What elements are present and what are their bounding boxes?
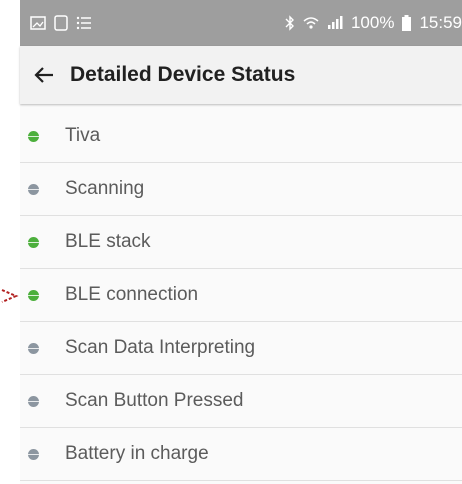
list-item[interactable]: Scan Data Interpreting [20, 322, 462, 375]
list-item[interactable]: Scan Button Pressed [20, 375, 462, 428]
status-indicator-icon [28, 183, 39, 195]
wifi-icon [303, 16, 319, 30]
status-indicator-icon [28, 342, 39, 354]
back-arrow-icon[interactable] [32, 63, 56, 87]
list-item[interactable]: Scanning [20, 163, 462, 216]
status-indicator-icon [28, 289, 39, 301]
list-item[interactable]: BLE connection [20, 269, 462, 322]
list-item-label: Scan Button Pressed [65, 390, 244, 411]
signal-icon [327, 16, 343, 30]
clock-time: 15:59 [419, 13, 462, 32]
list-item-label: BLE connection [65, 284, 199, 305]
status-bar: 100% 15:59 [20, 0, 462, 46]
battery-percent: 100% [350, 13, 395, 32]
status-indicator-icon [28, 395, 39, 407]
list-item[interactable]: BLE stack [20, 216, 462, 269]
app-bar: Detailed Device Status [20, 46, 462, 104]
list-item-label: Scan Data Interpreting [65, 337, 256, 358]
list-item-label: Scanning [65, 178, 145, 199]
status-bar-right: 100% 15:59 [285, 13, 462, 33]
list-item[interactable]: Tiva [20, 110, 462, 163]
battery-icon [402, 15, 412, 31]
image-icon [30, 16, 46, 30]
bluetooth-icon [285, 15, 295, 31]
status-indicator-icon [28, 236, 39, 248]
pointer-arrow-icon [1, 289, 19, 303]
list-item-label: BLE stack [65, 231, 151, 252]
phone-screen: 100% 15:59 Detailed Device Status Tiva Sc… [20, 0, 462, 484]
list-item-label: Tiva [65, 125, 101, 146]
list-item-label: Battery in charge [65, 443, 209, 464]
menu-list-icon [76, 16, 92, 30]
status-bar-left [30, 15, 92, 31]
notification-icon [54, 15, 68, 31]
status-indicator-icon [28, 130, 39, 142]
page-title: Detailed Device Status [70, 63, 296, 86]
status-list: Tiva Scanning BLE stack BLE connection Scan … [20, 110, 462, 481]
list-item[interactable]: Battery in charge [20, 428, 462, 481]
status-indicator-icon [28, 448, 39, 460]
